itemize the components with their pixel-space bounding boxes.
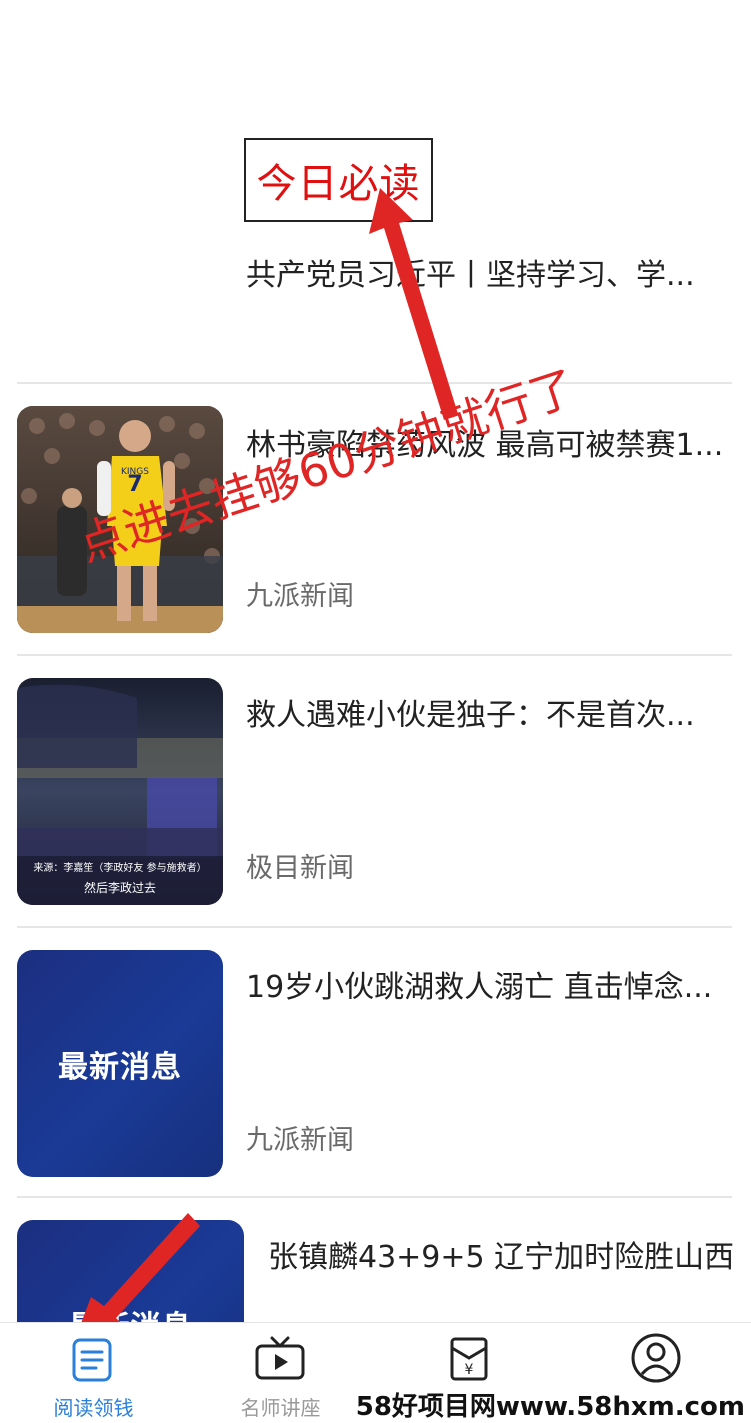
annotation-arrow-up [369,188,458,420]
red-envelope-icon: ¥ [449,1336,489,1386]
tab-label: 名师讲座 [240,1396,321,1420]
tab-lectures[interactable]: 名师讲座 [187,1332,374,1420]
watermark: 58好项目网www.58hxm.com [355,1392,745,1422]
tab-label: 阅读领钱 [53,1396,134,1420]
user-icon [630,1332,682,1388]
document-icon [72,1338,112,1386]
tv-play-icon [254,1336,306,1386]
svg-text:¥: ¥ [465,1362,474,1378]
tab-read-earn[interactable]: 阅读领钱 [0,1332,187,1420]
annotation-arrows [72,188,458,1347]
